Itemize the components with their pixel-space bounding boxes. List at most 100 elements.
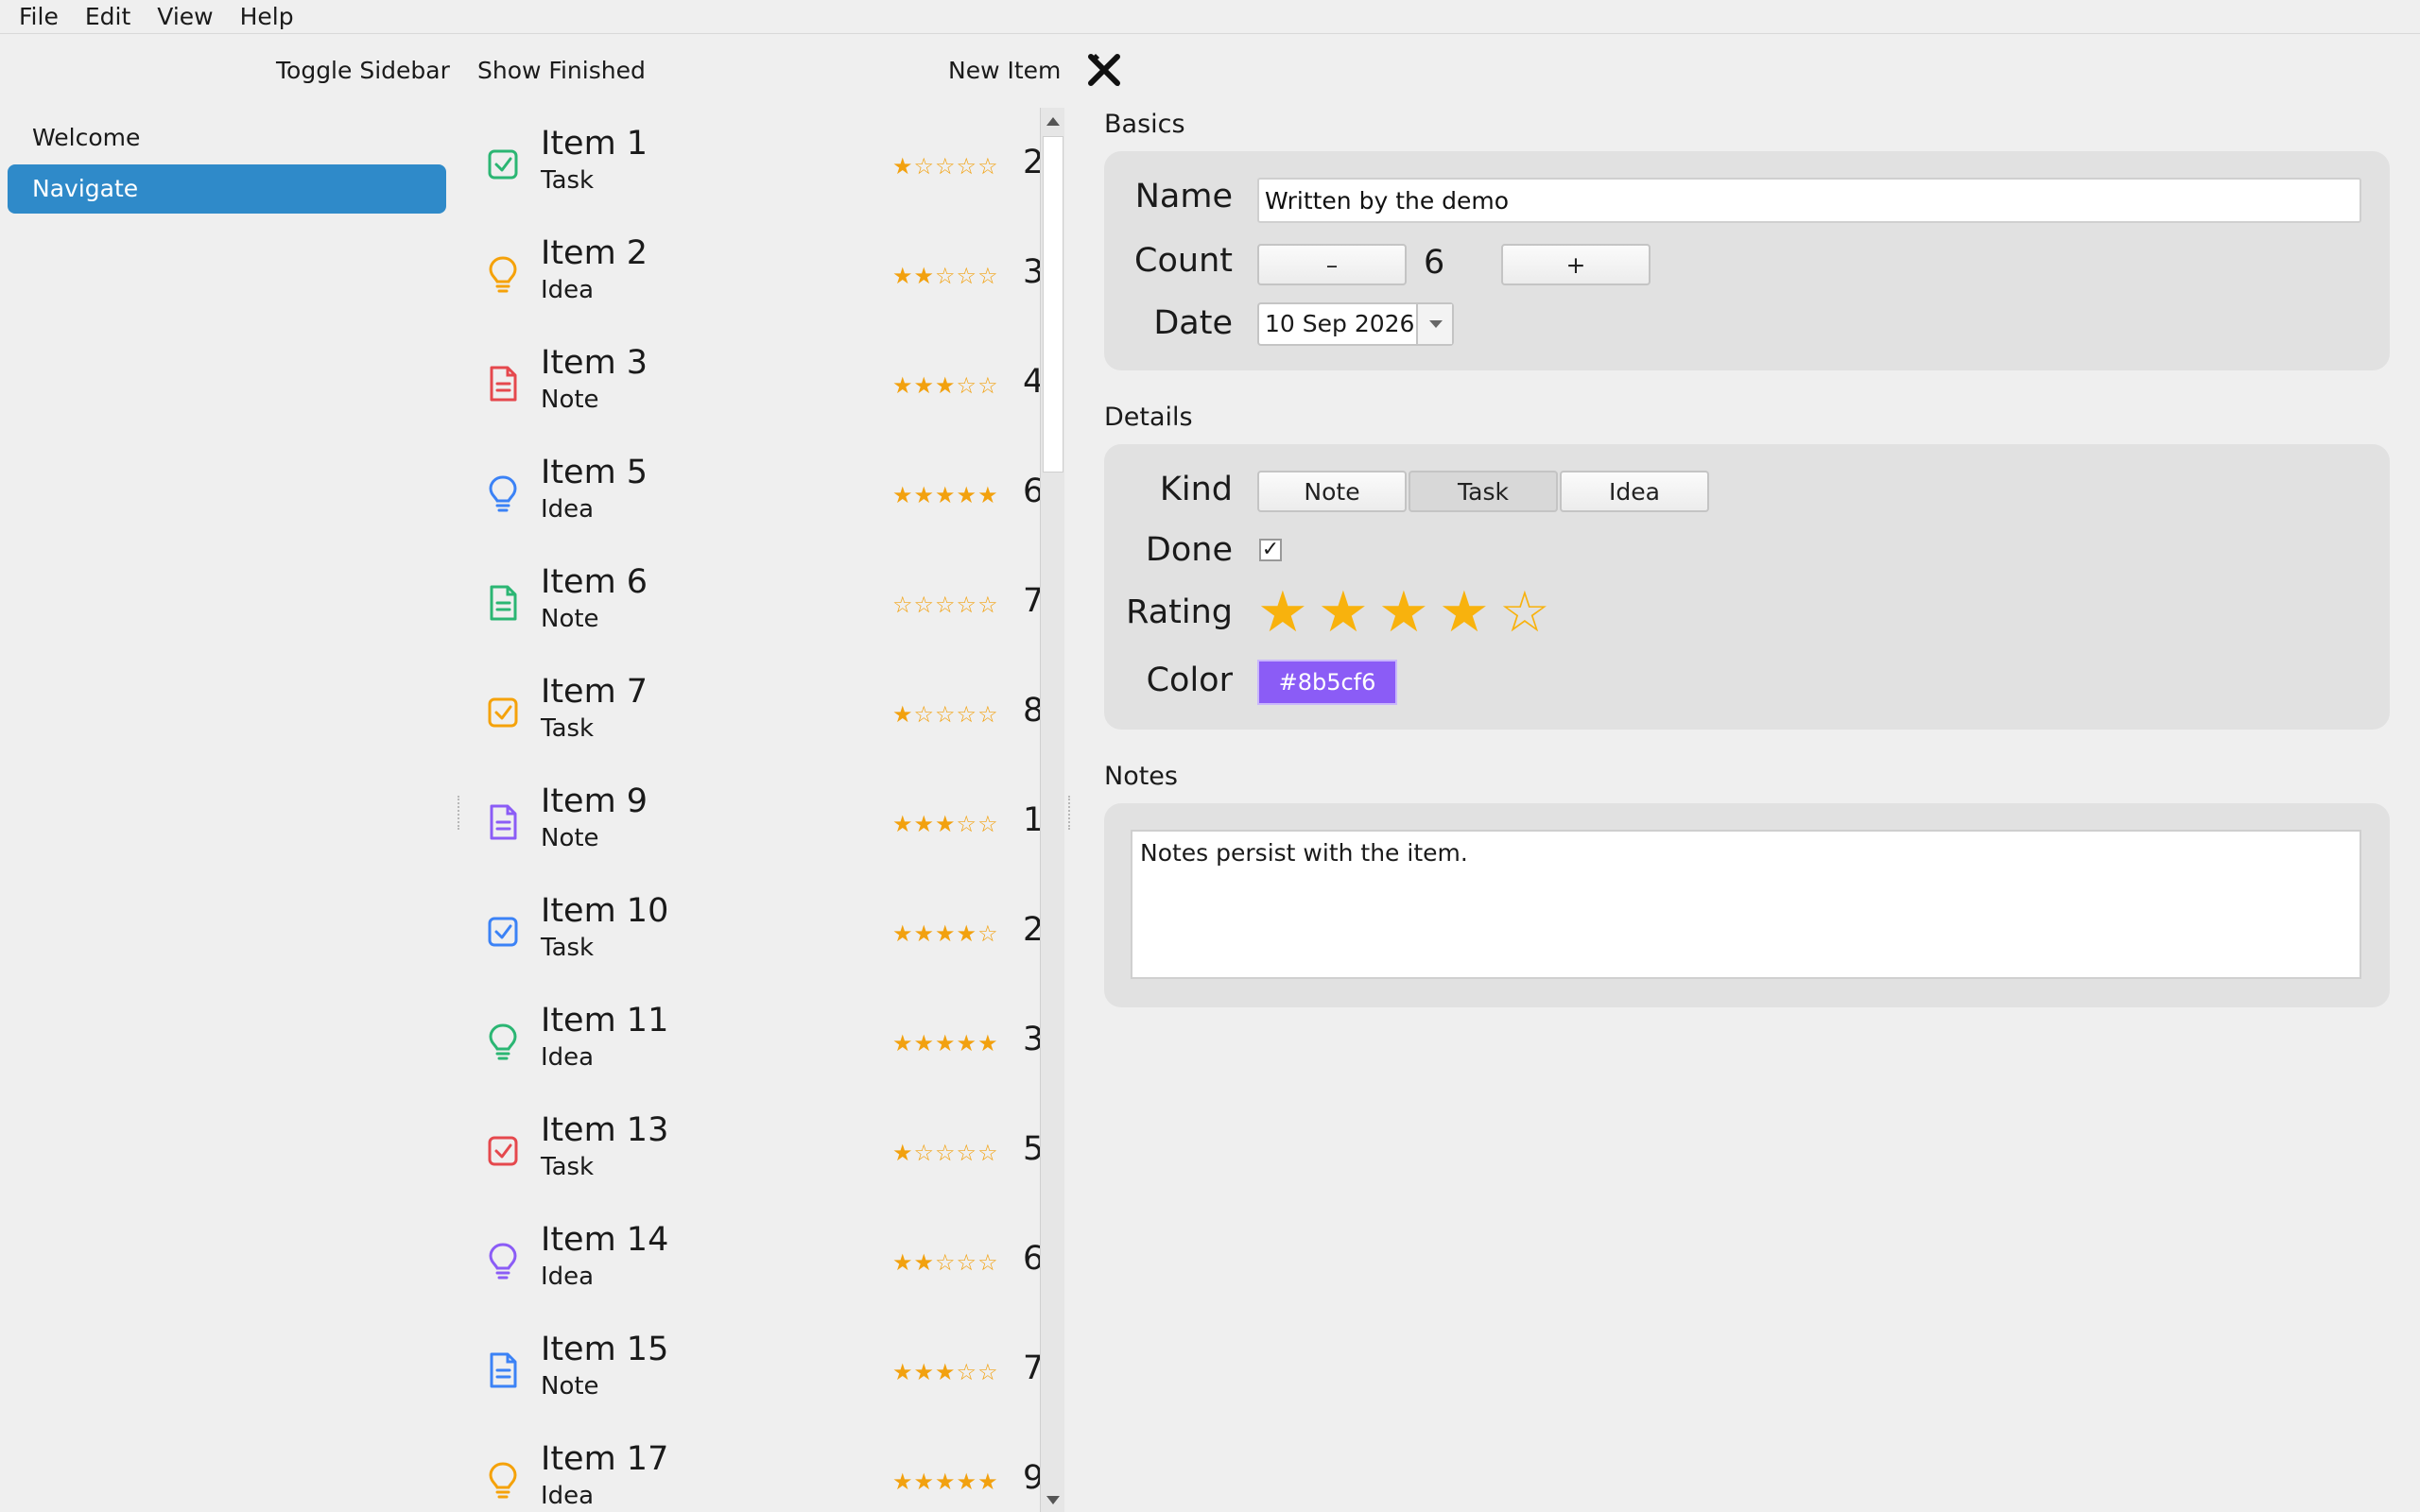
item-title: Item 7: [541, 673, 648, 711]
item-count: 7: [1023, 582, 1042, 620]
list-item[interactable]: Item 13 Task ★☆☆☆☆ 5: [463, 1094, 1042, 1204]
date-label: Date: [1153, 304, 1233, 342]
item-rating-stars: ★★★★★: [892, 1469, 999, 1495]
menu-file[interactable]: File: [19, 3, 59, 30]
item-kind: Note: [541, 605, 599, 633]
list-item[interactable]: Item 3 Note ★★★☆☆ 4: [463, 327, 1042, 437]
item-kind: Idea: [541, 1482, 595, 1510]
chevron-down-icon[interactable]: [1416, 304, 1452, 344]
item-title: Item 9: [541, 782, 648, 820]
item-count: 2: [1023, 911, 1042, 949]
document-icon: [486, 1351, 520, 1389]
item-title: Item 14: [541, 1221, 669, 1259]
sidebar-item-navigate[interactable]: Navigate: [8, 164, 446, 214]
list-item[interactable]: Item 9 Note ★★★☆☆ 1: [463, 765, 1042, 875]
list-item[interactable]: Item 11 Idea ★★★★★ 3: [463, 985, 1042, 1094]
star-filled-icon[interactable]: ★: [1318, 578, 1369, 646]
scroll-down-arrow-icon[interactable]: [1046, 1496, 1060, 1504]
list-item[interactable]: Item 2 Idea ★★☆☆☆ 3: [463, 217, 1042, 327]
list-item[interactable]: Item 10 Task ★★★★☆ 2: [463, 875, 1042, 985]
star-filled-icon[interactable]: ★: [1257, 578, 1308, 646]
list-item[interactable]: Item 14 Idea ★★☆☆☆ 6: [463, 1204, 1042, 1314]
list-item[interactable]: Item 6 Note ☆☆☆☆☆ 7: [463, 546, 1042, 656]
kind-task-button[interactable]: Task: [1409, 471, 1558, 512]
item-count: 3: [1023, 253, 1042, 291]
menu-bar: File Edit View Help: [0, 0, 2420, 34]
date-value: 10 Sep 2026: [1265, 310, 1415, 337]
count-label: Count: [1134, 242, 1233, 280]
menu-help[interactable]: Help: [240, 3, 294, 30]
item-title: Item 3: [541, 344, 648, 382]
item-kind: Idea: [541, 1263, 595, 1291]
item-kind: Idea: [541, 1043, 595, 1072]
done-checkbox[interactable]: ✓: [1259, 539, 1282, 561]
done-label: Done: [1145, 531, 1233, 569]
notes-textarea[interactable]: Notes persist with the item.: [1131, 830, 2361, 979]
kind-label: Kind: [1159, 471, 1233, 508]
list-scrollbar[interactable]: [1040, 108, 1064, 1512]
check-square-icon: [486, 146, 520, 183]
name-input[interactable]: [1257, 178, 2361, 223]
check-square-icon: [486, 1132, 520, 1170]
star-empty-icon[interactable]: ☆: [1499, 578, 1550, 646]
sidebar-item-welcome[interactable]: Welcome: [8, 113, 446, 163]
star-filled-icon[interactable]: ★: [1378, 578, 1429, 646]
document-icon: [486, 584, 520, 622]
item-count: 2: [1023, 144, 1042, 181]
item-kind: Task: [541, 1153, 595, 1181]
menu-edit[interactable]: Edit: [85, 3, 130, 30]
rating-label: Rating: [1126, 593, 1233, 631]
lightbulb-icon: [486, 1242, 520, 1280]
item-rating-stars: ★☆☆☆☆: [892, 701, 999, 728]
item-kind: Task: [541, 714, 595, 743]
scrollbar-thumb[interactable]: [1043, 136, 1063, 472]
item-rating-stars: ★★★★★: [892, 1030, 999, 1057]
item-count: 3: [1023, 1021, 1042, 1058]
check-square-icon: [486, 694, 520, 731]
basics-section-label: Basics: [1104, 110, 1185, 139]
item-title: Item 6: [541, 563, 648, 601]
count-value: 6: [1424, 244, 1445, 282]
item-rating-stars: ★☆☆☆☆: [892, 153, 999, 180]
item-kind: Task: [541, 166, 595, 195]
color-swatch-button[interactable]: #8b5cf6: [1257, 660, 1397, 705]
list-item[interactable]: Item 7 Task ★☆☆☆☆ 8: [463, 656, 1042, 765]
list-item[interactable]: Item 15 Note ★★★☆☆ 7: [463, 1314, 1042, 1423]
toggle-sidebar-button[interactable]: Toggle Sidebar: [276, 57, 450, 84]
item-kind: Idea: [541, 495, 595, 524]
item-rating-stars: ★★★☆☆: [892, 1359, 999, 1385]
lightbulb-icon: [486, 1461, 520, 1499]
item-count: 6: [1023, 1240, 1042, 1278]
item-kind: Idea: [541, 276, 595, 304]
item-title: Item 11: [541, 1002, 669, 1040]
check-square-icon: [486, 913, 520, 951]
item-title: Item 1: [541, 125, 648, 163]
item-rating-stars: ★★★☆☆: [892, 372, 999, 399]
kind-note-button[interactable]: Note: [1257, 471, 1407, 512]
close-x-icon[interactable]: [1085, 51, 1123, 89]
lightbulb-icon: [486, 255, 520, 293]
star-filled-icon[interactable]: ★: [1439, 578, 1490, 646]
item-count: 5: [1023, 1130, 1042, 1168]
menu-view[interactable]: View: [157, 3, 213, 30]
item-kind: Task: [541, 934, 595, 962]
kind-idea-button[interactable]: Idea: [1560, 471, 1709, 512]
list-item[interactable]: Item 17 Idea ★★★★★ 9: [463, 1423, 1042, 1512]
color-label: Color: [1146, 662, 1233, 699]
new-item-button[interactable]: New Item: [948, 57, 1061, 84]
show-finished-button[interactable]: Show Finished: [477, 57, 646, 84]
list-item[interactable]: Item 1 Task ★☆☆☆☆ 2: [463, 108, 1042, 217]
count-increment-button[interactable]: +: [1501, 244, 1651, 285]
item-count: 1: [1023, 801, 1042, 839]
sidebar-splitter[interactable]: [458, 796, 461, 830]
item-rating-stars: ★☆☆☆☆: [892, 1140, 999, 1166]
count-decrement-button[interactable]: –: [1257, 244, 1407, 285]
item-rating-stars: ☆☆☆☆☆: [892, 592, 999, 618]
item-count: 9: [1023, 1459, 1042, 1497]
list-splitter[interactable]: [1068, 796, 1072, 830]
list-item[interactable]: Item 5 Idea ★★★★★ 6: [463, 437, 1042, 546]
item-rating-stars: ★★★☆☆: [892, 811, 999, 837]
item-rating-stars: ★★★★☆: [892, 920, 999, 947]
date-picker[interactable]: 10 Sep 2026: [1257, 302, 1454, 346]
scroll-up-arrow-icon[interactable]: [1046, 117, 1060, 126]
